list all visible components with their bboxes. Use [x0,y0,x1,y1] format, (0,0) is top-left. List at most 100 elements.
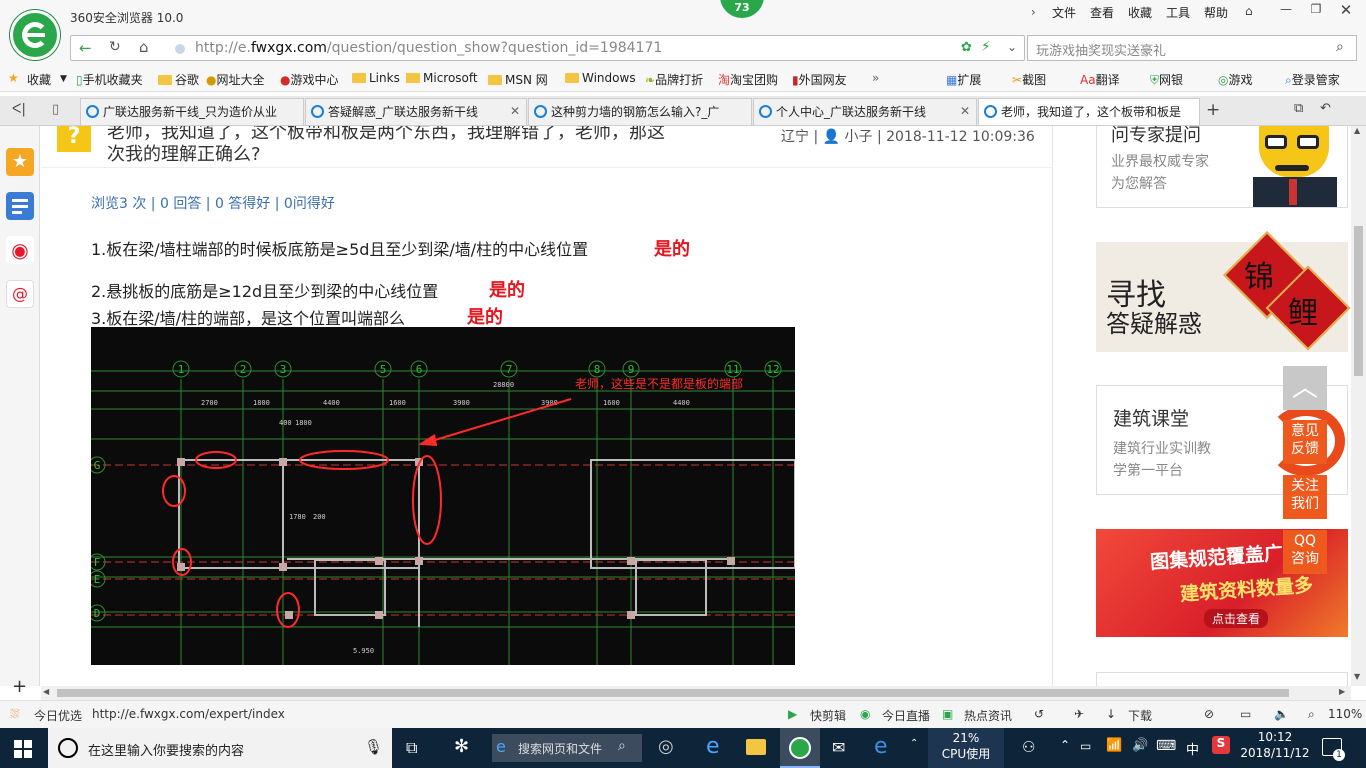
pinwheel-icon[interactable]: ✻ [454,736,469,757]
tab-restore-icon[interactable]: ⧉ [1294,101,1303,116]
horizontal-scrollbar[interactable]: ◀ ▶ [41,686,1351,700]
ext-games[interactable]: ◎游戏 [1218,71,1253,88]
window-icon[interactable]: ▭ [1240,707,1251,721]
fav-collect-dropdown-icon[interactable]: ▼ [60,74,67,84]
fav-games[interactable]: ●游戏中心 [280,71,339,88]
search-box[interactable]: 玩游戏抽奖现实送豪礼 ⌕ [1027,35,1357,61]
zoom-icon[interactable]: ⌕ [1308,707,1315,722]
reading-list-icon[interactable] [6,192,34,220]
tab-scroll-left-icon[interactable]: ᐸ| [12,102,26,117]
speed-icon[interactable]: ⊘ [1204,707,1214,721]
skin-icon[interactable]: ⌂ [1245,4,1253,18]
windows-start-icon[interactable] [14,740,32,758]
tray-up-icon[interactable]: ⌃ [1060,738,1070,752]
cpu-meter[interactable]: 21% CPU使用 [928,728,1004,768]
vertical-scroll-thumb[interactable] [1354,226,1363,376]
new-tab-icon[interactable]: + [1206,100,1220,120]
cortana-search[interactable]: 在这里输入你要搜索的内容 🎙 [48,728,392,768]
scroll-down-icon[interactable]: ▼ [1354,672,1360,681]
taskbar-360-active[interactable] [780,728,820,768]
menu-file[interactable]: 文件 [1052,4,1076,21]
fav-brand[interactable]: ❧品牌打折 [645,71,703,88]
ime-indicator[interactable]: 中 [1186,739,1199,758]
edge-icon[interactable]: e [874,734,888,759]
pin-icon[interactable]: ✈ [1074,707,1084,721]
menu-arrow-icon[interactable]: › [1031,5,1036,19]
menu-help[interactable]: 帮助 [1204,4,1228,21]
ext-extend[interactable]: ▦扩展 [946,71,981,88]
clip-label[interactable]: 快剪辑 [810,707,846,724]
tray-expand-icon[interactable]: ⌃ [910,738,918,749]
news-label[interactable]: 热点资讯 [964,707,1012,724]
fav-more-icon[interactable]: » [872,71,879,85]
clip-icon[interactable]: ▶ [788,707,797,721]
favorites-star-icon[interactable]: ★ [6,148,34,176]
feedback-button[interactable]: 意见反馈 [1283,420,1327,464]
zoom-level[interactable]: 110% [1328,707,1362,721]
ext-bank[interactable]: ⛨网银 [1150,71,1183,88]
ext-translate[interactable]: Aa翻译 [1080,71,1120,88]
fav-collect[interactable]: 收藏 [27,71,51,88]
ask-expert-card[interactable]: 问专家提问 业界最权威专家 为您解答 [1096,126,1348,208]
tab-1[interactable]: 答疑解惑_广联达服务新干线 ✕ [305,98,527,125]
scroll-right-icon[interactable]: ▶ [1339,687,1345,696]
koi-banner[interactable]: 寻找 答疑解惑 锦 鲤 [1096,231,1351,352]
url-field[interactable]: http://e.fwxgx.com/question/question_sho… [195,40,662,56]
fav-msn[interactable]: MSN 网 [488,71,548,88]
download-label[interactable]: 下载 [1128,707,1152,724]
people-icon[interactable]: ⚇ [1022,738,1035,756]
sogou-icon[interactable]: S [1212,736,1230,754]
dropdown-icon[interactable]: ⌄ [1007,40,1017,54]
tab-close-icon[interactable]: ✕ [510,104,520,118]
action-center-icon[interactable]: 1 [1322,738,1345,761]
undo-close-icon[interactable]: ↶ [1320,101,1331,116]
fav-foreign[interactable]: ▮外国网友 [792,71,847,88]
news-icon[interactable]: ▣ [942,707,953,721]
chrome-icon[interactable]: ◎ [658,736,674,757]
mail-icon[interactable]: @ [6,280,34,308]
scroll-up-icon[interactable]: ▲ [1354,126,1360,135]
fav-links[interactable]: Links [352,71,400,85]
clock[interactable]: 10:12 2018/11/12 [1240,730,1310,760]
scroll-left-icon[interactable]: ◀ [43,687,49,696]
battery-icon[interactable]: ▭ [1080,739,1091,753]
tab-3[interactable]: 个人中心_广联达服务新干线 ✕ [753,98,977,125]
fav-mobile[interactable]: ▯手机收藏夹 [76,71,143,88]
daily-pick-icon[interactable]: ⛆ [10,707,20,722]
speaker-icon[interactable]: 🔊 [1132,738,1148,753]
microphone-icon[interactable]: 🎙 [364,738,383,756]
horizontal-scroll-thumb[interactable] [57,689,1289,697]
menu-tools[interactable]: 工具 [1166,4,1190,21]
question-user[interactable]: 小子 [845,129,873,145]
speed-mode-icon[interactable]: ⚡ [981,39,991,55]
home-icon[interactable]: ⌂ [139,38,149,56]
sidebar-add-icon[interactable]: + [12,676,27,697]
notification-badge[interactable]: 73 [720,0,764,18]
follow-button[interactable]: 关注我们 [1283,475,1327,519]
back-icon[interactable]: ← [79,39,92,57]
volume-icon[interactable]: 🔈 [1274,707,1289,721]
minimize-icon[interactable]: — [1272,2,1300,22]
compat-icon[interactable]: ✿ [961,40,972,55]
ext-screenshot[interactable]: ✂截图 [1012,71,1046,88]
network-icon[interactable]: 📶 [1106,738,1122,753]
tab-list-icon[interactable]: ▯ [52,102,59,117]
restore-icon[interactable]: ❐ [1302,2,1330,22]
live-icon[interactable]: ◉ [860,707,870,721]
ext-butler[interactable]: ⌕登录管家 [1285,71,1340,88]
refresh-icon[interactable]: ↺ [1034,707,1044,721]
tab-2[interactable]: 这种剪力墙的钢筋怎么输入?_广 [528,98,752,125]
vertical-scrollbar[interactable]: ▲ ▼ [1351,126,1366,686]
browser-logo-icon[interactable] [10,10,60,60]
live-label[interactable]: 今日直播 [882,707,930,724]
menu-view[interactable]: 查看 [1090,4,1114,21]
fav-microsoft[interactable]: Microsoft [406,71,478,85]
mail-taskbar-icon[interactable]: ✉ [832,738,845,757]
qq-button[interactable]: QQ咨询 [1283,530,1327,574]
back-to-top-button[interactable]: ︿ [1283,366,1327,410]
weibo-icon[interactable]: ◉ [6,236,34,264]
search-icon[interactable]: ⌕ [1336,39,1344,55]
fav-hao[interactable]: ●网址大全 [206,71,265,88]
fav-taobao[interactable]: 淘淘宝团购 [718,71,778,88]
close-icon[interactable]: ✕ [1332,1,1360,21]
